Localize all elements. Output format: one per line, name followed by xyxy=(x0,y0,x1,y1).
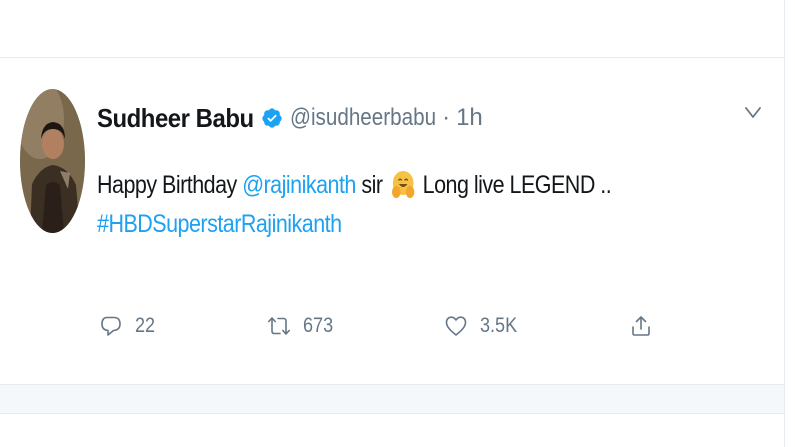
separator-dot: · xyxy=(442,104,451,131)
retweet-button[interactable]: 673 xyxy=(267,306,338,346)
share-icon xyxy=(632,316,650,336)
retweet-icon xyxy=(268,317,290,335)
display-name[interactable]: Sudheer Babu xyxy=(97,103,254,134)
timestamp[interactable]: 1h xyxy=(456,104,483,132)
heart-icon xyxy=(445,316,467,336)
timeline-right-border xyxy=(784,0,785,447)
reply-icon xyxy=(101,316,121,336)
top-divider xyxy=(0,57,784,58)
tweet-text: Happy Birthday @rajinikanth sir Long liv… xyxy=(97,166,737,244)
tweet-text-line-1: Happy Birthday @rajinikanth sir Long liv… xyxy=(97,166,647,205)
hugging-face-emoji-icon xyxy=(391,169,415,199)
tweet-text-line-2: #HBDSuperstarRajinikanth xyxy=(97,205,647,244)
tweet-header: Sudheer Babu @isudheerbabu · 1h xyxy=(97,100,483,136)
retweet-count: 673 xyxy=(303,314,334,337)
reply-button[interactable]: 22 xyxy=(99,306,158,346)
verified-badge-icon xyxy=(261,107,283,129)
hashtag-link[interactable]: #HBDSuperstarRajinikanth xyxy=(97,210,342,238)
text-suffix: Long live LEGEND .. xyxy=(417,171,612,199)
handle[interactable]: @isudheerbabu xyxy=(290,104,436,132)
chevron-down-icon[interactable] xyxy=(742,101,764,123)
avatar[interactable] xyxy=(20,89,85,233)
like-button[interactable]: 3.5K xyxy=(444,306,523,346)
tweet-page: Sudheer Babu @isudheerbabu · 1h Happy Bi… xyxy=(0,0,795,447)
mention-link[interactable]: @rajinikanth xyxy=(242,171,356,199)
like-count: 3.5K xyxy=(480,314,518,337)
text-prefix: Happy Birthday xyxy=(97,171,243,199)
reply-count: 22 xyxy=(135,314,156,337)
text-middle: sir xyxy=(355,171,388,199)
share-button[interactable] xyxy=(629,306,653,346)
tweet-separator-band xyxy=(0,384,784,414)
